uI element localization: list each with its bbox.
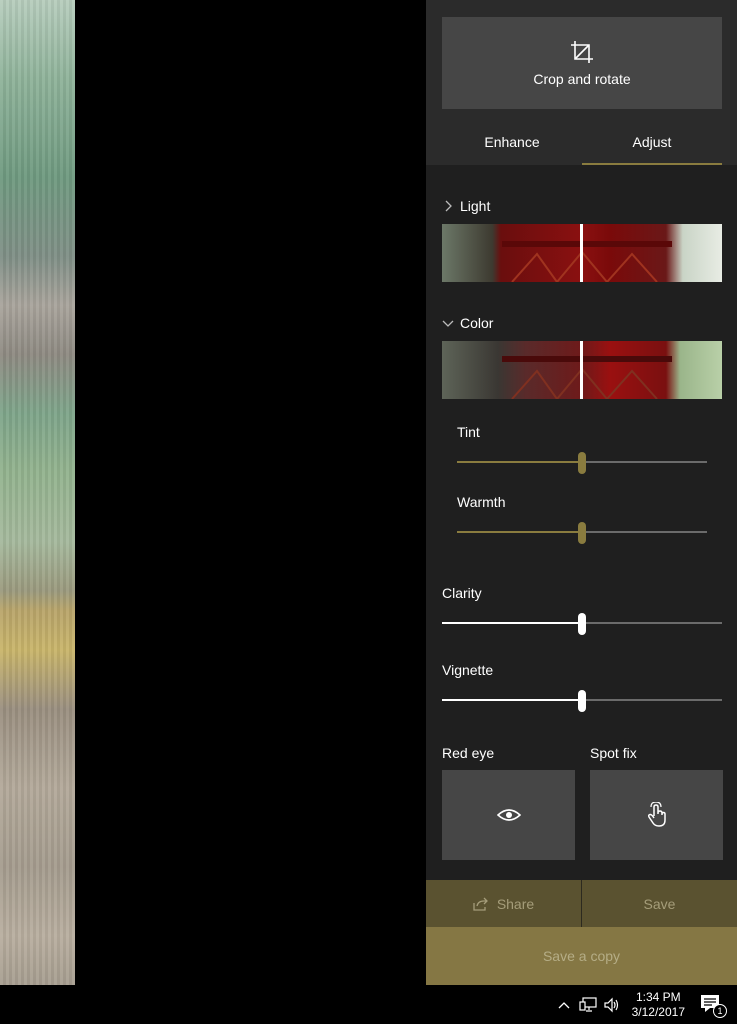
- clock[interactable]: 1:34 PM 3/12/2017: [632, 990, 685, 1020]
- crop-and-rotate-button[interactable]: Crop and rotate: [442, 17, 722, 109]
- warmth-slider[interactable]: [457, 522, 707, 544]
- taskbar: 1:34 PM 3/12/2017 1: [0, 985, 737, 1024]
- crop-icon: [571, 41, 593, 63]
- spot-fix-button[interactable]: [590, 770, 723, 860]
- eye-icon: [496, 809, 521, 821]
- action-center-button[interactable]: 1: [697, 990, 727, 1020]
- warmth-thumb[interactable]: [578, 522, 586, 544]
- color-section-toggle[interactable]: Color: [442, 315, 493, 331]
- save-a-copy-label: Save a copy: [542, 948, 621, 964]
- red-eye-button[interactable]: [442, 770, 575, 860]
- spot-fix-label: Spot fix: [590, 745, 637, 761]
- red-eye-label: Red eye: [442, 745, 495, 761]
- system-tray: 1:34 PM 3/12/2017 1: [552, 985, 737, 1024]
- photo-canvas[interactable]: [0, 0, 426, 985]
- warmth-label: Warmth: [457, 494, 506, 510]
- chevron-right-icon: [445, 200, 452, 212]
- tint-slider[interactable]: [457, 452, 707, 474]
- save-a-copy-button[interactable]: Save a copy: [426, 927, 737, 985]
- touch-icon: [647, 802, 666, 827]
- light-preview-handle[interactable]: [580, 224, 583, 282]
- vignette-slider[interactable]: [442, 690, 722, 712]
- color-label: Color: [460, 315, 494, 331]
- tint-thumb[interactable]: [578, 452, 586, 474]
- chevron-down-icon: [442, 320, 454, 327]
- action-bar: Share Save: [426, 880, 737, 927]
- chevron-up-icon[interactable]: [555, 996, 573, 1014]
- notification-count-badge: 1: [713, 1003, 727, 1018]
- clock-time: 1:34 PM: [635, 989, 681, 1004]
- save-button[interactable]: Save: [581, 880, 737, 927]
- share-button[interactable]: Share: [426, 880, 581, 927]
- tab-adjust[interactable]: Adjust: [582, 122, 722, 165]
- network-icon[interactable]: [579, 996, 597, 1014]
- vignette-label: Vignette: [442, 662, 494, 678]
- vignette-fill: [442, 699, 582, 701]
- tint-label: Tint: [457, 424, 480, 440]
- tab-bar: Enhance Adjust: [442, 122, 722, 165]
- color-preview-handle[interactable]: [580, 341, 583, 399]
- color-preview-slider[interactable]: [442, 341, 722, 399]
- crop-label: Crop and rotate: [533, 71, 631, 87]
- share-icon: [473, 897, 488, 911]
- edit-panel: Crop and rotate Enhance Adjust Light Col…: [426, 0, 737, 985]
- light-preview-slider[interactable]: [442, 224, 722, 282]
- tint-fill: [457, 461, 582, 463]
- clarity-label: Clarity: [442, 585, 482, 601]
- clock-date: 3/12/2017: [631, 1004, 685, 1019]
- photo-image: [0, 0, 75, 985]
- light-section-toggle[interactable]: Light: [442, 198, 490, 214]
- clarity-fill: [442, 622, 582, 624]
- light-label: Light: [460, 198, 491, 214]
- warmth-fill: [457, 531, 582, 533]
- save-label: Save: [643, 895, 676, 912]
- clarity-slider[interactable]: [442, 613, 722, 635]
- volume-icon[interactable]: [603, 996, 621, 1014]
- share-label: Share: [496, 895, 535, 912]
- clarity-thumb[interactable]: [578, 613, 586, 635]
- tab-enhance[interactable]: Enhance: [442, 122, 582, 165]
- vignette-thumb[interactable]: [578, 690, 586, 712]
